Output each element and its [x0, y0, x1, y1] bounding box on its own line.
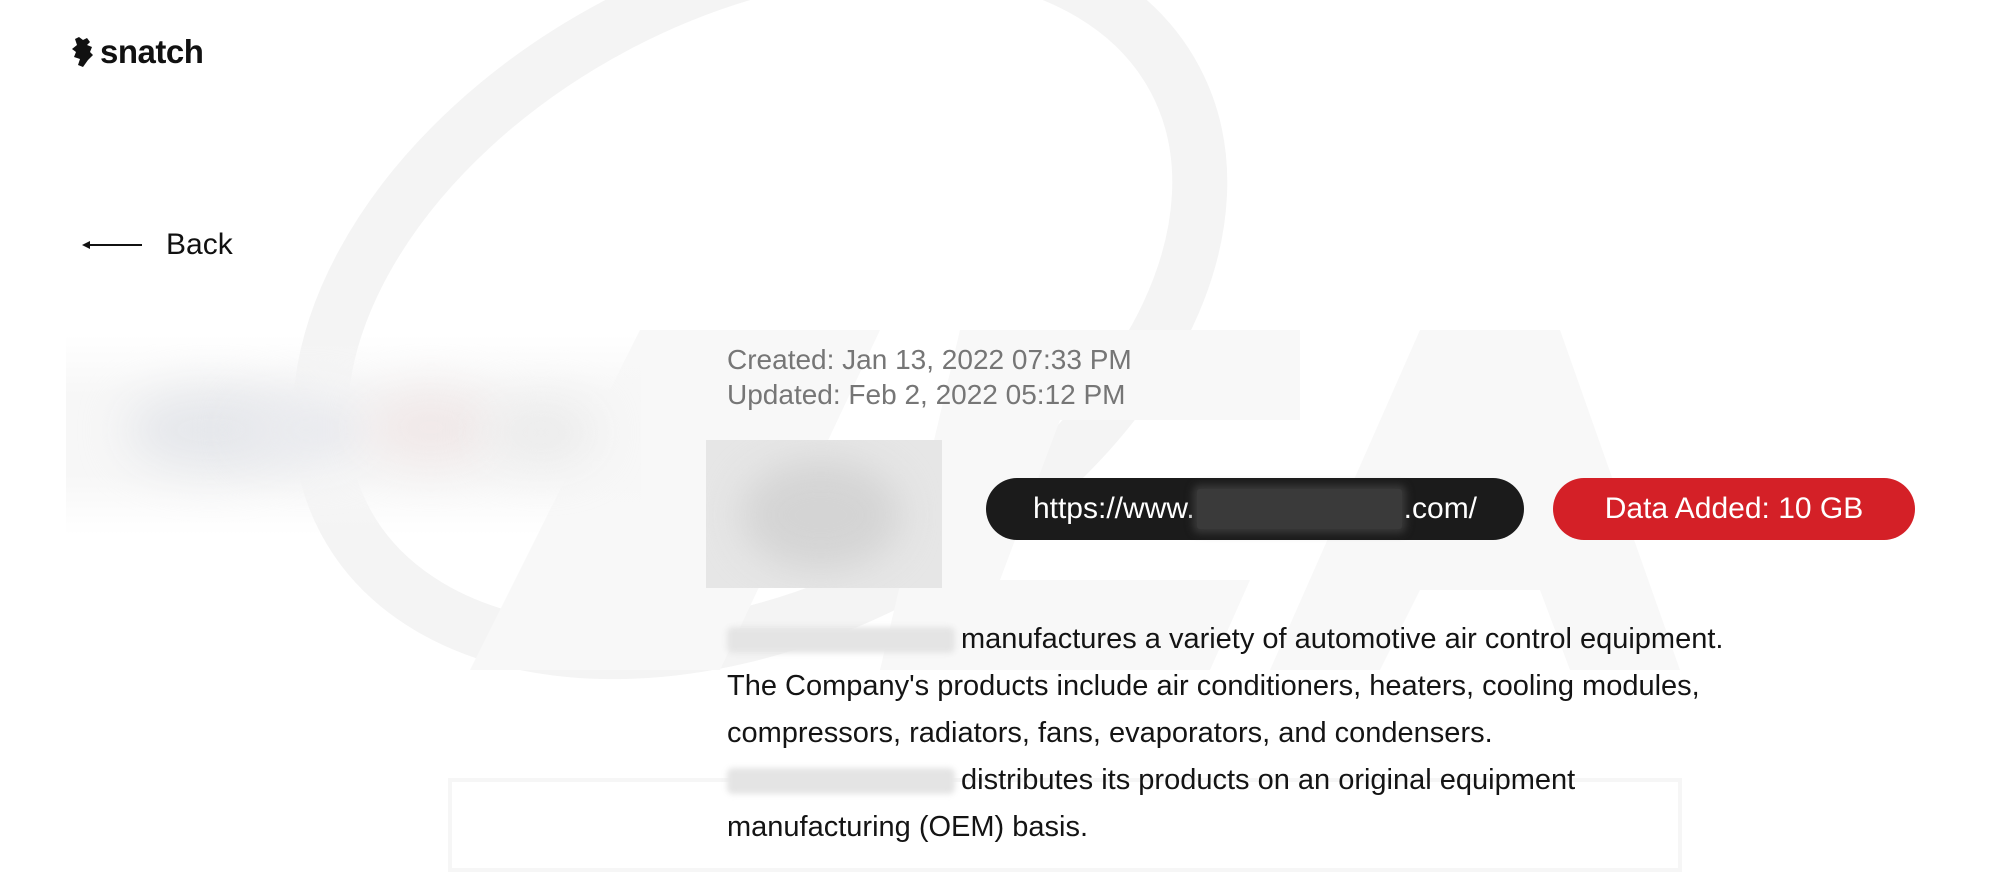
- leak-detail-page: snatch Back Created: Jan 13, 2022 07:33 …: [0, 0, 2000, 877]
- website-link[interactable]: https://www. .com/: [986, 478, 1524, 540]
- arrow-left-icon: [82, 238, 142, 252]
- back-label: Back: [166, 228, 233, 261]
- back-button[interactable]: Back: [82, 228, 233, 262]
- timestamps: Created: Jan 13, 2022 07:33 PM Updated: …: [727, 342, 1132, 412]
- data-added-badge: Data Added: 10 GB: [1553, 478, 1915, 540]
- company-description: manufactures a variety of automotive air…: [727, 616, 1727, 851]
- company-name-redacted-2: [727, 768, 955, 795]
- company-title-redacted: [66, 335, 641, 535]
- data-added-label: Data Added: 10 GB: [1604, 492, 1864, 525]
- brand-name: snatch: [100, 33, 204, 70]
- updated-date: Updated: Feb 2, 2022 05:12 PM: [727, 379, 1126, 410]
- url-prefix: https://www.: [1032, 492, 1195, 525]
- brand-logo[interactable]: snatch: [70, 33, 204, 71]
- created-date: Created: Jan 13, 2022 07:33 PM: [727, 344, 1132, 375]
- url-domain-redacted: [1196, 489, 1402, 529]
- hand-icon: [70, 35, 96, 69]
- url-suffix: .com/: [1403, 492, 1478, 525]
- company-logo-redacted: [706, 440, 942, 588]
- company-name-redacted: [727, 627, 955, 654]
